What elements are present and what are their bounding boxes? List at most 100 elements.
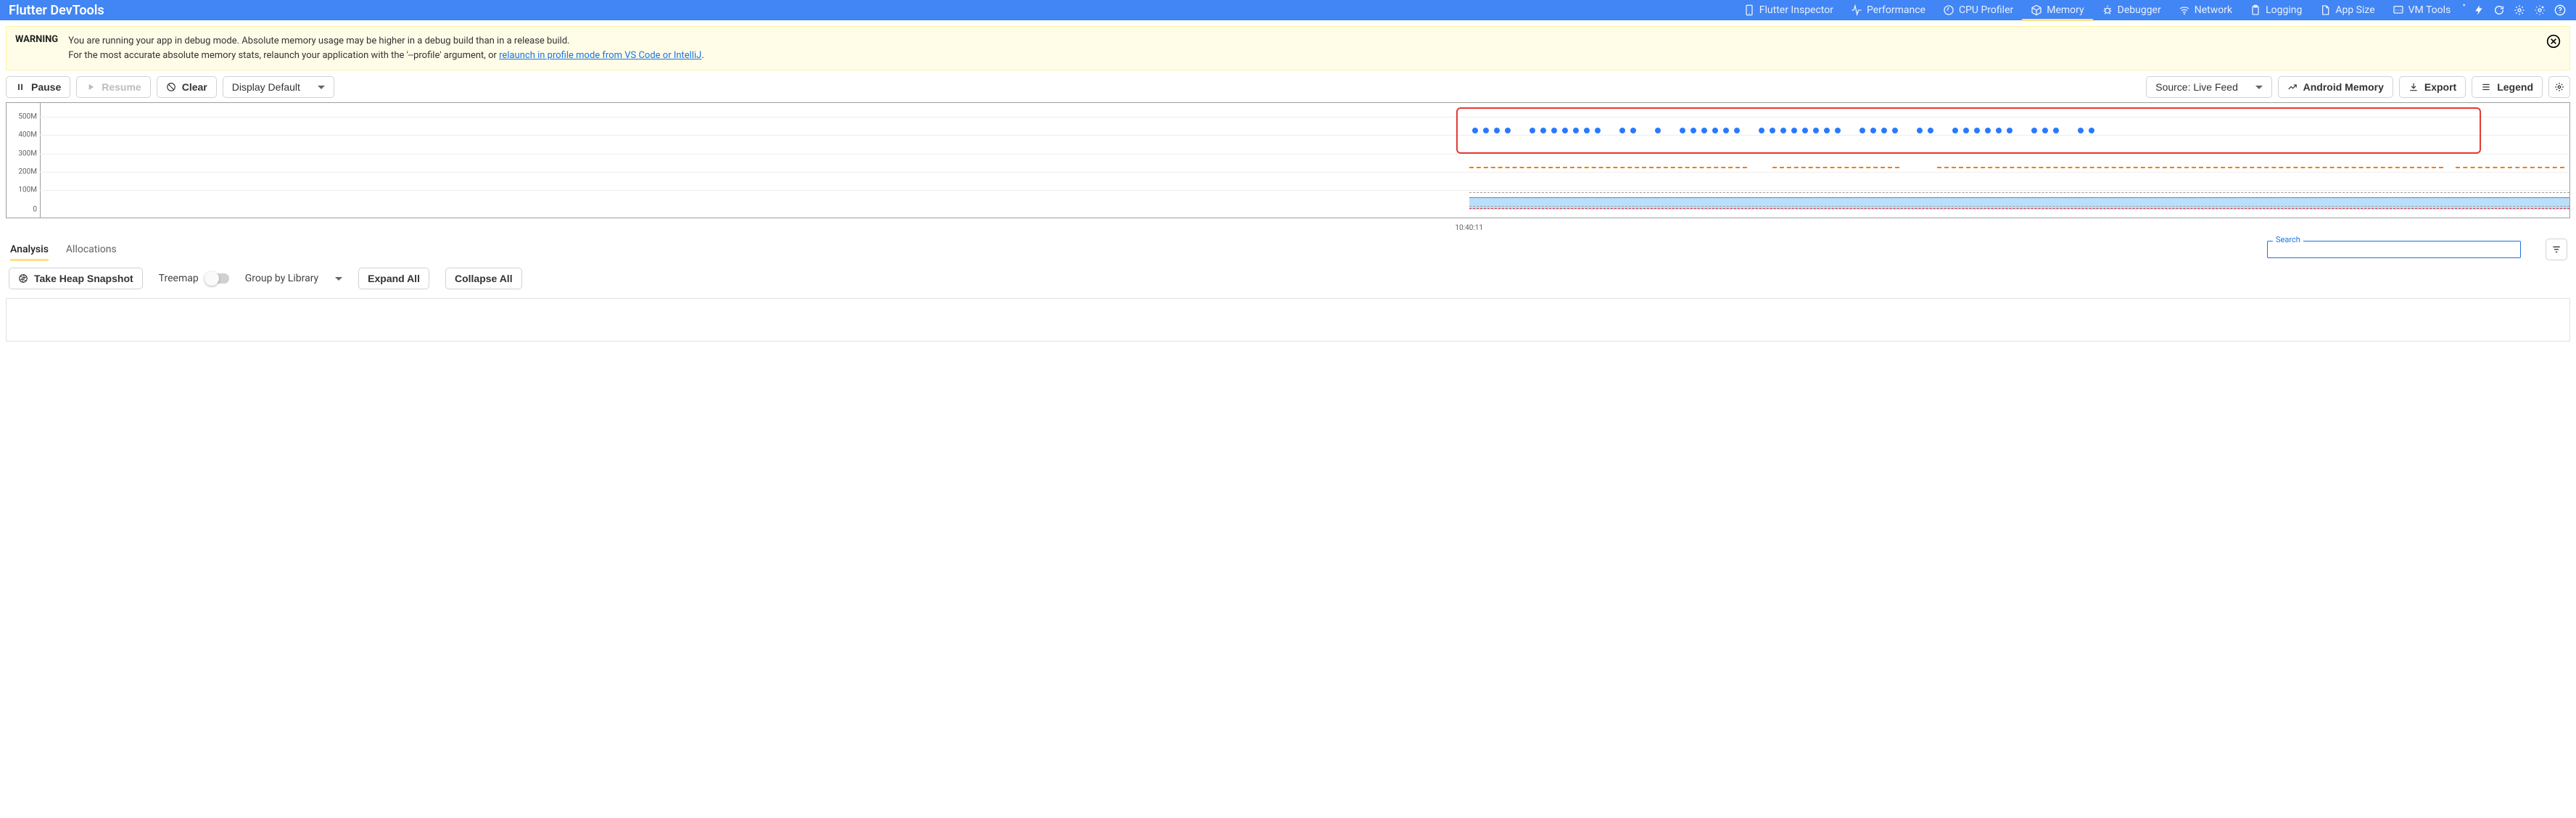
file-icon: [2319, 4, 2331, 16]
close-circle-icon: [2546, 34, 2561, 49]
y-axis-labels: 500M 400M 300M 200M 100M 0: [7, 103, 40, 218]
warning-line2-prefix: For the most accurate absolute memory st…: [68, 50, 499, 61]
warning-title: WARNING: [15, 34, 58, 45]
aperture-icon: [18, 273, 28, 284]
package-icon: [2031, 4, 2042, 16]
chart-settings-button[interactable]: [2548, 76, 2570, 98]
series-orange: [1469, 167, 1748, 168]
x-tick-label: 10:40:11: [1455, 224, 1483, 232]
app-title: Flutter DevTools: [9, 3, 104, 18]
download-icon: [2408, 82, 2419, 92]
plot-area: 10:40:11: [40, 103, 2569, 218]
tab-vm-tools[interactable]: VM Tools: [2384, 0, 2460, 20]
chevron-down-icon: [318, 86, 325, 89]
ban-icon: [166, 82, 176, 92]
gear-icon: [2554, 82, 2564, 92]
clipboard-icon: [2250, 4, 2261, 16]
trend-icon: [2287, 82, 2298, 92]
tab-flutter-inspector[interactable]: Flutter Inspector: [1735, 0, 1842, 20]
tab-label: Flutter Inspector: [1759, 4, 1833, 16]
filter-button[interactable]: [2546, 239, 2567, 260]
subtab-analysis[interactable]: Analysis: [10, 239, 49, 260]
pause-button[interactable]: Pause: [6, 76, 70, 98]
filter-icon: [2551, 244, 2561, 255]
tab-debugger[interactable]: Debugger: [2093, 0, 2170, 20]
series-orange: [2456, 167, 2564, 168]
warning-line2-suffix: .: [701, 50, 703, 61]
tab-label: App Size: [2335, 4, 2374, 16]
tab-memory[interactable]: Memory: [2022, 0, 2092, 20]
settings-button[interactable]: [2509, 0, 2530, 20]
y-axis-line: [40, 103, 41, 218]
hot-reload-button[interactable]: [2469, 0, 2489, 20]
series-red: [1469, 208, 2569, 209]
vm-icon: [2393, 4, 2404, 16]
subtab-allocations[interactable]: Allocations: [66, 239, 117, 260]
dismiss-warning-button[interactable]: [2546, 34, 2561, 49]
memory-chart[interactable]: 500M 400M 300M 200M 100M 0: [6, 102, 2570, 218]
snapshot-results-panel: [6, 298, 2570, 342]
wifi-icon: [2179, 4, 2190, 16]
series-orange: [1937, 167, 2443, 168]
gauge-icon: [1943, 4, 1954, 16]
memory-toolbar: Pause Resume Clear Display Default Sourc…: [0, 76, 2576, 102]
treemap-label: Treemap: [159, 273, 199, 284]
main-tabs: Flutter Inspector Performance CPU Profil…: [1735, 0, 2570, 20]
tab-logging[interactable]: Logging: [2241, 0, 2311, 20]
tab-label: Logging: [2266, 4, 2302, 16]
analysis-toolbar: Take Heap Snapshot Treemap Group by Libr…: [0, 260, 2576, 294]
pause-icon: [15, 82, 25, 92]
warning-line1: You are running your app in debug mode. …: [68, 36, 569, 46]
chevron-down-icon: [335, 277, 342, 281]
tab-label: VM Tools: [2408, 4, 2451, 16]
debug-warning-banner: WARNING You are running your app in debu…: [6, 26, 2570, 70]
search-input[interactable]: [2267, 241, 2521, 258]
tab-label: Debugger: [2118, 4, 2161, 16]
tab-label: Network: [2195, 4, 2232, 16]
tab-app-size[interactable]: App Size: [2311, 0, 2383, 20]
source-dropdown[interactable]: Source: Live Feed: [2146, 76, 2271, 98]
series-gray-upper: [1469, 192, 2569, 193]
search-label: Search: [2273, 235, 2303, 244]
display-dropdown[interactable]: Display Default: [223, 76, 334, 98]
list-icon: [2481, 82, 2491, 92]
help-icon: [2554, 4, 2566, 16]
tab-label: Performance: [1867, 4, 1925, 16]
clear-button[interactable]: Clear: [157, 76, 217, 98]
y-tick: 0: [33, 205, 37, 213]
top-app-bar: Flutter DevTools Flutter Inspector Perfo…: [0, 0, 2576, 20]
group-by-dropdown[interactable]: Group by Library: [245, 273, 342, 284]
play-icon: [86, 82, 96, 92]
phone-icon: [1743, 4, 1755, 16]
y-tick: 200M: [18, 168, 37, 175]
y-tick: 400M: [18, 131, 37, 139]
take-heap-snapshot-button[interactable]: Take Heap Snapshot: [9, 268, 143, 289]
resume-button[interactable]: Resume: [76, 76, 150, 98]
treemap-toggle: Treemap: [159, 273, 229, 284]
expand-all-button[interactable]: Expand All: [358, 268, 429, 289]
series-orange: [1772, 167, 1899, 168]
chevron-down-icon: [2255, 86, 2263, 89]
export-button[interactable]: Export: [2399, 76, 2466, 98]
tab-network[interactable]: Network: [2170, 0, 2241, 20]
tools-button[interactable]: [2530, 0, 2550, 20]
tab-performance[interactable]: Performance: [1842, 0, 1934, 20]
gear-bug-icon: [2534, 4, 2546, 16]
help-button[interactable]: [2550, 0, 2570, 20]
treemap-switch[interactable]: [205, 273, 229, 284]
tab-label: CPU Profiler: [1959, 4, 2013, 16]
collapse-all-button[interactable]: Collapse All: [445, 268, 522, 289]
analysis-tabs: Analysis Allocations Search: [0, 218, 2576, 260]
series-gray-lower: [1469, 206, 2569, 207]
legend-button[interactable]: Legend: [2472, 76, 2543, 98]
android-memory-button[interactable]: Android Memory: [2278, 76, 2393, 98]
y-tick: 500M: [18, 112, 37, 120]
tab-cpu-profiler[interactable]: CPU Profiler: [1934, 0, 2022, 20]
separator: •: [2459, 0, 2469, 20]
warning-message: You are running your app in debug mode. …: [68, 34, 704, 62]
y-tick: 100M: [18, 186, 37, 194]
relaunch-profile-link[interactable]: relaunch in profile mode from VS Code or…: [499, 50, 701, 61]
restart-button[interactable]: [2489, 0, 2509, 20]
tab-label: Memory: [2047, 4, 2084, 16]
search-field[interactable]: Search: [2267, 241, 2521, 258]
